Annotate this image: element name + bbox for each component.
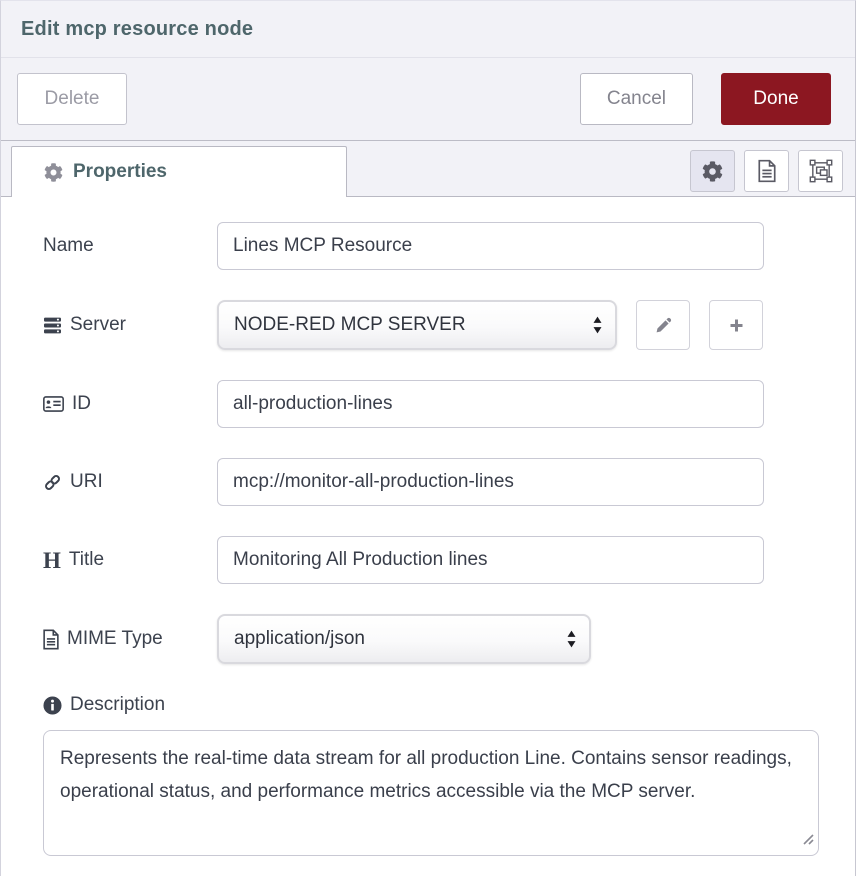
mime-label: MIME Type: [43, 628, 217, 650]
name-label: Name: [43, 235, 217, 257]
tab-properties[interactable]: Properties: [11, 146, 347, 197]
id-input[interactable]: [217, 380, 764, 428]
server-label: Server: [43, 314, 217, 336]
pencil-icon: [655, 317, 672, 334]
toolbar-right-group: Cancel Done: [580, 73, 831, 125]
server-controls: NODE-RED MCP SERVER: [217, 300, 763, 350]
mime-select-value: application/json: [234, 628, 365, 650]
editor-tab-bar: Properties: [1, 141, 855, 197]
plus-icon: [728, 317, 745, 334]
server-select-value: NODE-RED MCP SERVER: [234, 314, 466, 336]
server-select[interactable]: NODE-RED MCP SERVER: [217, 300, 617, 350]
gear-icon: [44, 163, 63, 182]
name-input[interactable]: [217, 222, 764, 270]
file-text-icon: [43, 629, 59, 650]
description-field-wrap: Represents the real-time data stream for…: [43, 730, 819, 856]
description-label: Description: [43, 694, 217, 716]
done-button[interactable]: Done: [721, 73, 831, 125]
edit-server-button[interactable]: [636, 300, 690, 350]
select-arrows-icon: [566, 630, 577, 648]
properties-section-button[interactable]: [690, 150, 735, 192]
tab-properties-label: Properties: [73, 161, 167, 183]
uri-label: URI: [43, 471, 217, 493]
id-card-icon: [43, 396, 64, 412]
title-input[interactable]: [217, 536, 764, 584]
document-icon: [758, 159, 776, 183]
dialog-title: Edit mcp resource node: [21, 18, 253, 41]
dialog-toolbar: Delete Cancel Done: [1, 58, 855, 141]
description-section-button[interactable]: [744, 150, 789, 192]
appearance-section-button[interactable]: [798, 150, 843, 192]
title-label: H Title: [43, 549, 217, 572]
link-icon: [43, 473, 62, 492]
editor-section-buttons: [690, 150, 843, 192]
gear-icon: [702, 161, 723, 182]
id-row: ID: [43, 380, 855, 428]
properties-form: Name Server NODE-RED MCP SERVER: [1, 197, 855, 856]
uri-row: URI: [43, 458, 855, 506]
delete-button[interactable]: Delete: [17, 73, 127, 125]
dialog-header: Edit mcp resource node: [1, 1, 855, 58]
info-icon: [43, 696, 62, 715]
server-icon: [43, 317, 62, 334]
name-row: Name: [43, 222, 855, 270]
mime-row: MIME Type application/json: [43, 614, 855, 664]
server-row: Server NODE-RED MCP SERVER: [43, 300, 855, 350]
id-label: ID: [43, 393, 217, 415]
mime-type-select[interactable]: application/json: [217, 614, 591, 664]
object-group-icon: [809, 159, 833, 183]
edit-node-dialog: Edit mcp resource node Delete Cancel Don…: [0, 0, 856, 876]
uri-input[interactable]: [217, 458, 764, 506]
cancel-button[interactable]: Cancel: [580, 73, 693, 125]
select-arrows-icon: [592, 316, 603, 334]
heading-icon: H: [43, 549, 61, 572]
title-row: H Title: [43, 536, 855, 584]
add-server-button[interactable]: [709, 300, 763, 350]
description-textarea[interactable]: Represents the real-time data stream for…: [43, 730, 819, 856]
